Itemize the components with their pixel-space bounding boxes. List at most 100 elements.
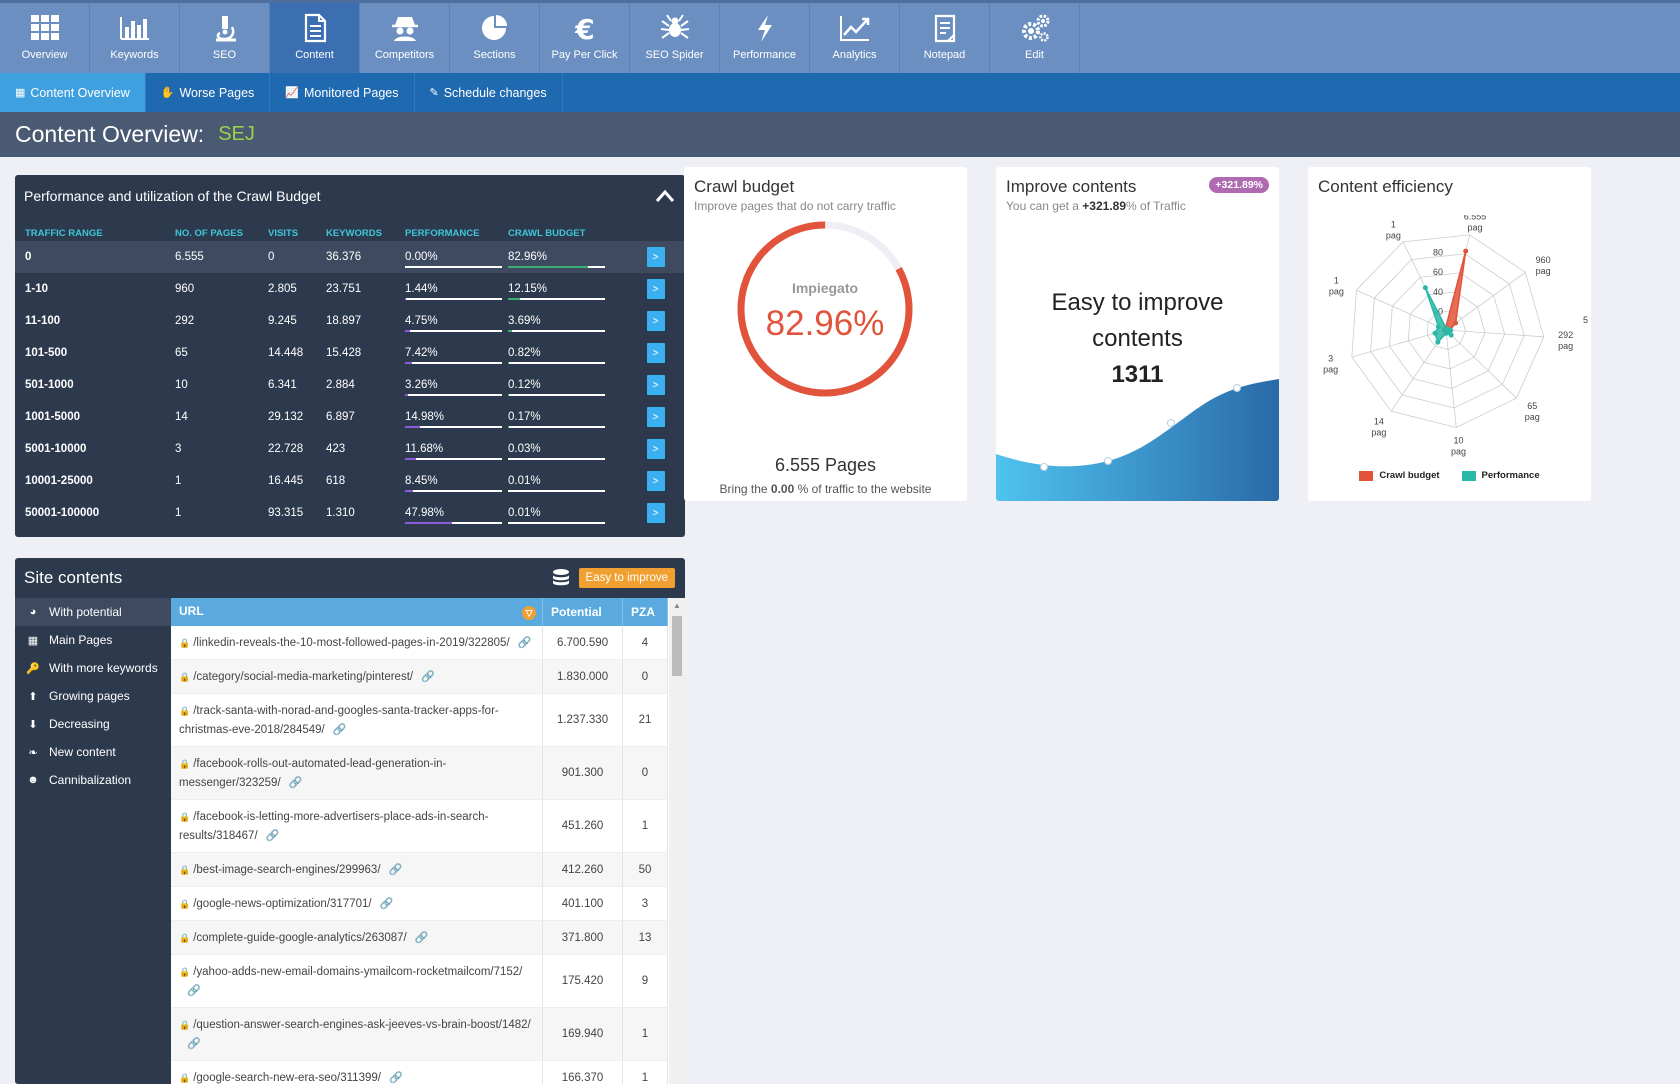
menu-growing-pages[interactable]: ⬆ Growing pages bbox=[15, 682, 171, 710]
col-keywords: KEYWORDS bbox=[326, 227, 382, 239]
table-row[interactable]: 🔒/yahoo-adds-new-email-domains-ymailcom-… bbox=[171, 954, 668, 1008]
external-link-icon[interactable]: 🔗 bbox=[518, 637, 532, 649]
menu-new-content[interactable]: ❧ New content bbox=[15, 738, 171, 766]
url-text[interactable]: /best-image-search-engines/299963/ bbox=[193, 864, 380, 876]
menu-decreasing[interactable]: ⬇ Decreasing bbox=[15, 710, 171, 738]
legend-item[interactable]: Crawl budget bbox=[1359, 470, 1440, 481]
improve-sub-value: +321.89 bbox=[1082, 199, 1127, 213]
nav-content[interactable]: Content bbox=[270, 3, 360, 73]
cell-potential: 401.100 bbox=[542, 886, 623, 921]
crawl-budget-value: 82.96% bbox=[508, 251, 548, 263]
table-row[interactable]: 🔒/linkedin-reveals-the-10-most-followed-… bbox=[171, 626, 668, 660]
external-link-icon[interactable]: 🔗 bbox=[187, 1038, 201, 1050]
document-icon bbox=[304, 13, 326, 43]
scroll-up-arrow-icon[interactable]: ▲ bbox=[673, 601, 681, 610]
subnav-monitored-pages[interactable]: 📈 Monitored Pages bbox=[270, 73, 415, 112]
table-row[interactable]: 🔒/google-news-optimization/317701/ 🔗 401.1… bbox=[171, 886, 668, 921]
radar-ring-label: 60 bbox=[1433, 267, 1443, 277]
nav-sections[interactable]: Sections bbox=[450, 3, 540, 73]
legend-item[interactable]: Performance bbox=[1461, 470, 1540, 481]
row-detail-button[interactable]: > bbox=[646, 247, 665, 267]
row-detail-button[interactable]: > bbox=[646, 375, 665, 395]
table-row[interactable]: 🔒/facebook-is-letting-more-advertisers-p… bbox=[171, 799, 668, 853]
row-detail-button[interactable]: > bbox=[646, 343, 665, 363]
external-link-icon[interactable]: 🔗 bbox=[333, 724, 347, 736]
external-link-icon[interactable]: 🔗 bbox=[389, 1072, 403, 1084]
table-row[interactable]: 🔒/category/social-media-marketing/pinter… bbox=[171, 659, 668, 694]
menu-main-pages[interactable]: ▦ Main Pages bbox=[15, 626, 171, 654]
url-text[interactable]: /facebook-is-letting-more-advertisers-pl… bbox=[179, 811, 489, 842]
cell-pza: 9 bbox=[622, 954, 668, 1008]
main-nav: Overview Keywords SEO Content Competitors Sec… bbox=[0, 0, 1680, 73]
line-chart-icon: 📈 bbox=[285, 87, 299, 99]
radar-point bbox=[1422, 285, 1428, 291]
col-crawl-budget: CRAWL BUDGET bbox=[508, 227, 586, 239]
crawl-budget-footer-pre: Bring the bbox=[719, 482, 771, 496]
external-link-icon[interactable]: 🔗 bbox=[187, 985, 201, 997]
external-link-icon[interactable]: 🔗 bbox=[289, 777, 303, 789]
menu-with-more-keywords[interactable]: 🔑 With more keywords bbox=[15, 654, 171, 682]
radar-edge-label: 5 bbox=[1583, 315, 1588, 325]
crawl-budget-card-subtitle: Improve pages that do not carry traffic bbox=[694, 199, 896, 213]
cell-range: 0 bbox=[15, 241, 175, 273]
easy-to-improve-button[interactable]: Easy to improve bbox=[578, 568, 675, 588]
external-link-icon[interactable]: 🔗 bbox=[421, 671, 435, 683]
col-potential[interactable]: Potential bbox=[542, 598, 623, 626]
nav-seo[interactable]: SEO bbox=[180, 3, 270, 73]
nav-pay-per-click[interactable]: € Pay Per Click bbox=[540, 3, 630, 73]
row-detail-button[interactable]: > bbox=[646, 471, 665, 491]
row-detail-button[interactable]: > bbox=[646, 503, 665, 523]
lock-icon: 🔒 bbox=[179, 759, 191, 769]
sort-filter-icon[interactable]: ▽ bbox=[522, 606, 537, 620]
row-detail-button[interactable]: > bbox=[646, 279, 665, 299]
nav-keywords[interactable]: Keywords bbox=[90, 3, 180, 73]
url-text[interactable]: /yahoo-adds-new-email-domains-ymailcom-r… bbox=[193, 966, 522, 978]
chevron-up-icon[interactable] bbox=[655, 189, 675, 203]
scrollbar[interactable]: ▲ bbox=[669, 598, 685, 1084]
url-text[interactable]: /google-news-optimization/317701/ bbox=[193, 898, 371, 910]
cell-potential: 1.830.000 bbox=[542, 659, 623, 694]
row-detail-button[interactable]: > bbox=[646, 407, 665, 427]
menu-with-potential[interactable]: ◕ With potential bbox=[15, 598, 171, 626]
radar-point bbox=[1453, 320, 1459, 326]
database-icon[interactable] bbox=[552, 568, 570, 588]
nav-notepad[interactable]: Notepad bbox=[900, 3, 990, 73]
nav-edit[interactable]: Edit bbox=[990, 3, 1080, 73]
scrollbar-thumb[interactable] bbox=[672, 616, 682, 676]
external-link-icon[interactable]: 🔗 bbox=[266, 830, 280, 842]
url-text[interactable]: /google-search-new-era-seo/311399/ bbox=[193, 1072, 381, 1084]
nav-performance[interactable]: Performance bbox=[720, 3, 810, 73]
nav-label: Sections bbox=[473, 49, 516, 61]
row-detail-button[interactable]: > bbox=[646, 439, 665, 459]
nav-overview[interactable]: Overview bbox=[0, 3, 90, 73]
nav-competitors[interactable]: Competitors bbox=[360, 3, 450, 73]
row-detail-button[interactable]: > bbox=[646, 311, 665, 331]
external-link-icon[interactable]: 🔗 bbox=[415, 932, 429, 944]
external-link-icon[interactable]: 🔗 bbox=[389, 864, 403, 876]
subnav-worse-pages[interactable]: ✋ Worse Pages bbox=[146, 73, 271, 112]
table-row[interactable]: 🔒/track-santa-with-norad-and-googles-san… bbox=[171, 693, 668, 747]
table-row[interactable]: 🔒/best-image-search-engines/299963/ 🔗 412.… bbox=[171, 852, 668, 887]
url-text[interactable]: /linkedin-reveals-the-10-most-followed-p… bbox=[193, 637, 509, 649]
col-performance: PERFORMANCE bbox=[405, 227, 480, 239]
table-row[interactable]: 🔒/google-search-new-era-seo/311399/ 🔗 166.… bbox=[171, 1060, 668, 1084]
external-link-icon[interactable]: 🔗 bbox=[380, 898, 394, 910]
url-text[interactable]: /complete-guide-google-analytics/263087/ bbox=[193, 932, 407, 944]
url-text[interactable]: /question-answer-search-engines-ask-jeev… bbox=[193, 1019, 531, 1031]
subnav-schedule-changes[interactable]: ✎ Schedule changes bbox=[415, 73, 563, 112]
col-url[interactable]: URL ▽ bbox=[171, 598, 544, 626]
col-pza[interactable]: PZA bbox=[622, 598, 668, 626]
table-row[interactable]: 🔒/question-answer-search-engines-ask-jee… bbox=[171, 1007, 668, 1061]
subnav-content-overview[interactable]: ▦ Content Overview bbox=[0, 73, 146, 112]
sub-nav: ▦ Content Overview ✋ Worse Pages 📈 Monitored … bbox=[0, 73, 1680, 112]
url-text[interactable]: /facebook-rolls-out-automated-lead-gener… bbox=[179, 758, 446, 789]
nav-analytics[interactable]: Analytics bbox=[810, 3, 900, 73]
menu-cannibalization[interactable]: ☻ Cannibalization bbox=[15, 766, 171, 794]
radar-axis-unit: pag bbox=[1329, 287, 1344, 297]
table-row[interactable]: 🔒/complete-guide-google-analytics/263087… bbox=[171, 920, 668, 955]
url-text[interactable]: /category/social-media-marketing/pintere… bbox=[193, 671, 413, 683]
radar-spoke bbox=[1351, 329, 1447, 358]
subnav-label: Monitored Pages bbox=[303, 85, 399, 100]
nav-seo-spider[interactable]: SEO Spider bbox=[630, 3, 720, 73]
table-row[interactable]: 🔒/facebook-rolls-out-automated-lead-gene… bbox=[171, 746, 668, 800]
